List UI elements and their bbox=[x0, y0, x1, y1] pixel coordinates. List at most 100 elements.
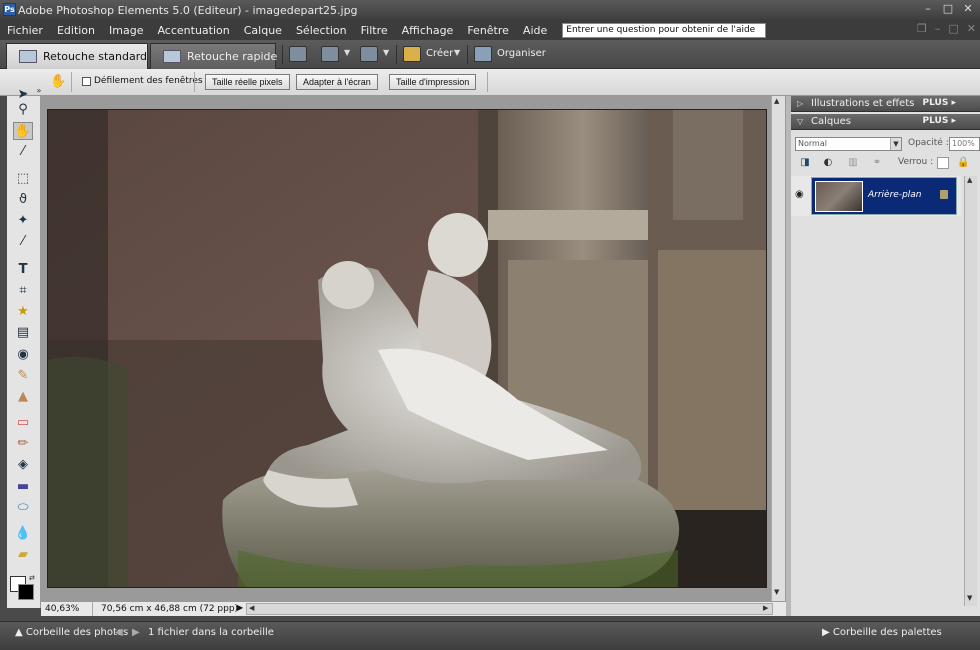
palette-header-effects[interactable]: ▷ Illustrations et effets PLUS ▸ bbox=[791, 96, 980, 112]
previous-photo-icon[interactable]: ◀ bbox=[115, 627, 123, 638]
photo-bin-toggle[interactable]: ▲ Corbeille des photos bbox=[15, 627, 128, 638]
next-photo-icon[interactable]: ▶ bbox=[132, 627, 140, 638]
magic-wand-tool-icon[interactable]: ✦ bbox=[13, 212, 33, 230]
scroll-down-icon[interactable]: ▼ bbox=[774, 588, 779, 596]
blur-tool-icon[interactable]: 💧 bbox=[13, 525, 33, 543]
lasso-tool-icon[interactable]: ϑ bbox=[13, 191, 33, 209]
fit-screen-button[interactable]: Adapter à l'écran bbox=[296, 74, 378, 90]
standard-edit-icon bbox=[19, 50, 37, 63]
horizontal-scrollbar[interactable]: ◀ ▶ bbox=[246, 603, 773, 615]
doc-minimize-icon[interactable]: – bbox=[935, 22, 941, 35]
menu-selection[interactable]: Sélection bbox=[289, 24, 354, 37]
selection-brush-tool-icon[interactable]: ⁄ bbox=[13, 233, 33, 251]
document-image[interactable] bbox=[47, 109, 767, 588]
print-icon[interactable] bbox=[289, 46, 307, 62]
actual-pixels-button[interactable]: Taille réelle pixels bbox=[205, 74, 290, 90]
background-color-swatch[interactable] bbox=[18, 584, 34, 600]
close-button[interactable]: ✕ bbox=[960, 2, 976, 17]
menu-aide[interactable]: Aide bbox=[516, 24, 554, 37]
palette-header-layers[interactable]: ▽ Calques PLUS ▸ bbox=[791, 114, 980, 130]
print-size-button[interactable]: Taille d'impression bbox=[389, 74, 477, 90]
scroll-up-icon[interactable]: ▲ bbox=[967, 176, 972, 184]
layers-scrollbar[interactable]: ▲ ▼ bbox=[964, 176, 977, 606]
visibility-eye-icon[interactable]: ◉ bbox=[795, 189, 804, 200]
collapse-arrow-icon[interactable]: ▷ bbox=[797, 96, 803, 111]
help-search-input[interactable] bbox=[562, 22, 767, 38]
layer-thumbnail bbox=[815, 181, 863, 212]
paint-bucket-tool-icon[interactable]: ◈ bbox=[13, 456, 33, 474]
menu-affichage[interactable]: Affichage bbox=[395, 24, 461, 37]
restore-doc-icon[interactable]: ❐ bbox=[917, 22, 927, 35]
menu-fichier[interactable]: Fichier bbox=[0, 24, 50, 37]
sponge-tool-icon[interactable]: ▰ bbox=[13, 546, 33, 564]
chevron-down-icon[interactable]: ▼ bbox=[890, 138, 901, 150]
title-bar: Ps Adobe Photoshop Elements 5.0 (Editeur… bbox=[0, 0, 980, 20]
opacity-input[interactable]: 100% bbox=[949, 137, 980, 151]
eraser-tool-icon[interactable]: ▭ bbox=[13, 414, 33, 432]
blend-mode-select[interactable]: Normal ▼ bbox=[795, 137, 902, 151]
chevron-down-icon[interactable]: ▼ bbox=[383, 48, 389, 57]
create-button[interactable]: Créer bbox=[426, 48, 453, 59]
status-menu-arrow-icon[interactable]: ▶ bbox=[237, 603, 243, 612]
more-button[interactable]: PLUS ▸ bbox=[923, 114, 956, 129]
share-icon[interactable] bbox=[321, 46, 339, 62]
chevron-down-icon[interactable]: ▼ bbox=[344, 48, 350, 57]
organize-button[interactable]: Organiser bbox=[497, 48, 546, 59]
expand-arrow-icon[interactable]: ▽ bbox=[797, 114, 803, 129]
cookie-cutter-tool-icon[interactable]: ★ bbox=[13, 303, 33, 321]
doc-maximize-icon[interactable]: □ bbox=[948, 22, 958, 35]
eyedropper-tool-icon[interactable]: ⁄ bbox=[13, 143, 33, 161]
layer-selected[interactable]: Arrière-plan bbox=[811, 177, 957, 215]
scroll-left-icon[interactable]: ◀ bbox=[249, 604, 254, 612]
crop-tool-icon[interactable]: ⌗ bbox=[13, 282, 33, 300]
more-button[interactable]: PLUS ▸ bbox=[923, 96, 956, 111]
scroll-down-icon[interactable]: ▼ bbox=[967, 594, 972, 602]
healing-brush-tool-icon[interactable]: ✎ bbox=[13, 367, 33, 385]
menu-filtre[interactable]: Filtre bbox=[354, 24, 395, 37]
trash-icon[interactable]: ▥ bbox=[847, 157, 859, 169]
menu-image[interactable]: Image bbox=[102, 24, 150, 37]
minimize-button[interactable]: – bbox=[920, 2, 936, 17]
document-canvas-area: ▲ ▼ bbox=[41, 96, 786, 601]
tab-label: Retouche rapide bbox=[187, 50, 278, 63]
tab-retouche-standard[interactable]: Retouche standard bbox=[6, 43, 148, 69]
link-icon[interactable]: ⚭ bbox=[871, 157, 883, 169]
quick-fix-icon bbox=[163, 50, 181, 63]
palette-bin-toggle[interactable]: ▶ Corbeille des palettes bbox=[822, 627, 942, 638]
menu-fenetre[interactable]: Fenêtre bbox=[460, 24, 516, 37]
marquee-tool-icon[interactable]: ⬚ bbox=[13, 170, 33, 188]
text-tool-icon[interactable]: T bbox=[13, 261, 33, 279]
scroll-up-icon[interactable]: ▲ bbox=[774, 97, 779, 105]
chevron-down-icon[interactable]: ▼ bbox=[454, 48, 460, 57]
vertical-scrollbar[interactable]: ▲ ▼ bbox=[771, 96, 785, 601]
organizer-grid-icon[interactable] bbox=[474, 46, 492, 62]
pencil-tool-icon[interactable]: ✏ bbox=[13, 435, 33, 453]
red-eye-tool-icon[interactable]: ◉ bbox=[13, 346, 33, 364]
doc-close-icon[interactable]: ✕ bbox=[967, 22, 976, 35]
maximize-button[interactable]: □ bbox=[940, 2, 956, 17]
hand-tool-icon[interactable]: ✋ bbox=[13, 122, 33, 140]
bottom-bar: ▲ Corbeille des photos ◀ ▶ 1 fichier dan… bbox=[0, 621, 980, 650]
shape-tool-icon[interactable]: ⬭ bbox=[13, 499, 33, 517]
straighten-tool-icon[interactable]: ▤ bbox=[13, 324, 33, 342]
scroll-all-checkbox[interactable] bbox=[82, 77, 91, 86]
menu-edition[interactable]: Edition bbox=[50, 24, 102, 37]
new-layer-icon[interactable]: ◨ bbox=[799, 157, 811, 169]
adjustment-layer-icon[interactable]: ◐ bbox=[822, 157, 834, 169]
options-separator bbox=[71, 72, 72, 92]
layer-row[interactable]: ◉ Arrière-plan bbox=[791, 176, 961, 216]
create-icon[interactable] bbox=[403, 46, 421, 62]
menu-accentuation[interactable]: Accentuation bbox=[150, 24, 236, 37]
tab-retouche-rapide[interactable]: Retouche rapide bbox=[150, 43, 278, 69]
status-bar: 40,63% 70,56 cm x 46,88 cm (72 ppp) ▶ ◀ … bbox=[41, 601, 786, 616]
lock-all-icon[interactable]: 🔒 bbox=[957, 157, 969, 169]
swap-colors-icon[interactable]: ⇄ bbox=[29, 574, 35, 582]
menu-calque[interactable]: Calque bbox=[237, 24, 289, 37]
gradient-tool-icon[interactable]: ▬ bbox=[13, 478, 33, 496]
scroll-right-icon[interactable]: ▶ bbox=[763, 604, 768, 612]
email-icon[interactable] bbox=[360, 46, 378, 62]
zoom-tool-icon[interactable]: ⚲ bbox=[13, 101, 33, 119]
lock-transparency-icon[interactable] bbox=[937, 157, 949, 169]
clone-stamp-tool-icon[interactable]: ▲ bbox=[13, 388, 33, 406]
zoom-level[interactable]: 40,63% bbox=[41, 602, 93, 616]
